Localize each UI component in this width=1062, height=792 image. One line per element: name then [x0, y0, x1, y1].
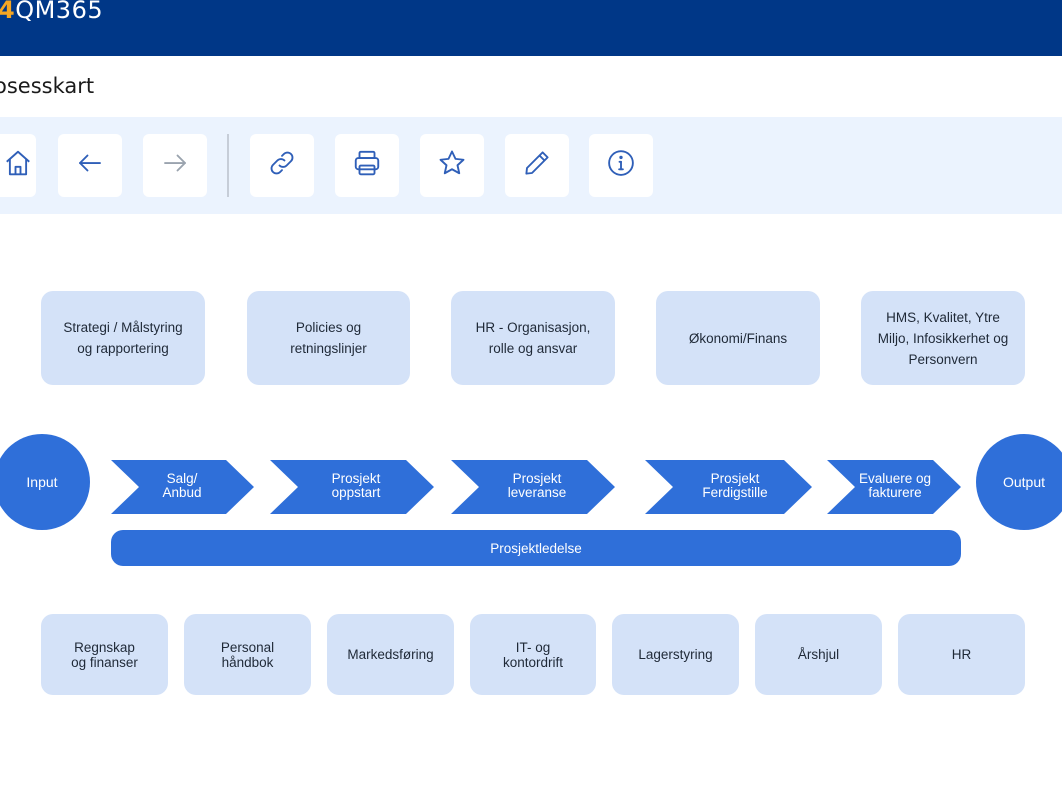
management-process-label: HMS, Kvalitet, Ytre Miljo, Infosikkerhet…	[877, 309, 1009, 367]
input-label: Input	[26, 474, 58, 490]
printer-icon	[352, 148, 382, 183]
output-label: Output	[1002, 474, 1046, 490]
forward-button[interactable]	[143, 134, 207, 197]
favorite-button[interactable]	[420, 134, 484, 197]
top-bar: 4QM365	[0, 0, 1062, 56]
support-process-label: Årshjul	[797, 647, 840, 662]
logo-text: QM365	[15, 0, 104, 24]
logo-mark: 4	[0, 0, 16, 24]
management-process-label: Strategi / Målstyring og rapportering	[63, 320, 183, 356]
process-step-label: Prosjekt leveranse	[507, 471, 567, 500]
arrow-right-icon	[160, 148, 190, 183]
link-button[interactable]	[250, 134, 314, 197]
process-step-label: Evaluere og fakturere	[858, 471, 932, 500]
arrow-left-icon	[75, 148, 105, 183]
support-process-box[interactable]: HR	[898, 614, 1025, 695]
app-logo[interactable]: 4QM365	[0, 0, 103, 26]
management-process-box[interactable]: Økonomi/Finans	[656, 291, 820, 385]
management-process-label: Økonomi/Finans	[688, 330, 788, 346]
process-step-chevron[interactable]: Salg/ Anbud	[111, 460, 254, 514]
support-process-label: Personal håndbok	[220, 639, 275, 670]
input-circle[interactable]: Input	[0, 434, 90, 530]
title-bar	[0, 56, 1062, 117]
process-step-chevron[interactable]: Prosjekt leveranse	[451, 460, 615, 514]
management-process-box[interactable]: Policies og retningslinjer	[247, 291, 410, 385]
support-process-box[interactable]: Personal håndbok	[184, 614, 311, 695]
management-process-box[interactable]: Strategi / Målstyring og rapportering	[41, 291, 205, 385]
support-process-box[interactable]: Regnskap og finanser	[41, 614, 168, 695]
home-button[interactable]	[0, 134, 36, 197]
info-icon	[606, 148, 636, 183]
link-icon	[267, 148, 297, 183]
toolbar-separator	[227, 134, 229, 197]
back-button[interactable]	[58, 134, 122, 197]
home-icon	[0, 148, 33, 183]
project-management-label: Prosjektledelse	[490, 540, 582, 556]
process-step-chevron[interactable]: Prosjekt oppstart	[270, 460, 434, 514]
process-step-chevron[interactable]: Prosjekt Ferdigstille	[645, 460, 812, 514]
support-process-label: Lagerstyring	[638, 647, 713, 662]
management-process-box[interactable]: HMS, Kvalitet, Ytre Miljo, Infosikkerhet…	[861, 291, 1025, 385]
pencil-icon	[522, 148, 552, 183]
management-process-box[interactable]: HR - Organisasjon, rolle og ansvar	[451, 291, 615, 385]
support-process-label: IT- og kontordrift	[502, 639, 564, 670]
star-icon	[437, 148, 467, 183]
management-process-label: HR - Organisasjon, rolle og ansvar	[475, 320, 591, 356]
process-step-label: Salg/ Anbud	[162, 471, 202, 500]
support-process-label: HR	[951, 647, 972, 662]
support-process-box[interactable]: IT- og kontordrift	[470, 614, 596, 695]
support-process-box[interactable]: Lagerstyring	[612, 614, 739, 695]
print-button[interactable]	[335, 134, 399, 197]
process-step-label: Prosjekt oppstart	[331, 471, 381, 500]
output-circle[interactable]: Output	[976, 434, 1062, 530]
process-step-chevron[interactable]: Evaluere og fakturere	[827, 460, 961, 514]
support-process-label: Markedsføring	[347, 647, 434, 662]
edit-button[interactable]	[505, 134, 569, 197]
page-title: osesskart	[0, 74, 95, 98]
info-button[interactable]	[589, 134, 653, 197]
support-process-box[interactable]: Årshjul	[755, 614, 882, 695]
management-process-label: Policies og retningslinjer	[290, 320, 367, 356]
process-step-label: Prosjekt Ferdigstille	[702, 471, 768, 500]
project-management-bar[interactable]: Prosjektledelse	[111, 530, 961, 566]
support-process-box[interactable]: Markedsføring	[327, 614, 454, 695]
support-process-label: Regnskap og finanser	[71, 639, 138, 670]
